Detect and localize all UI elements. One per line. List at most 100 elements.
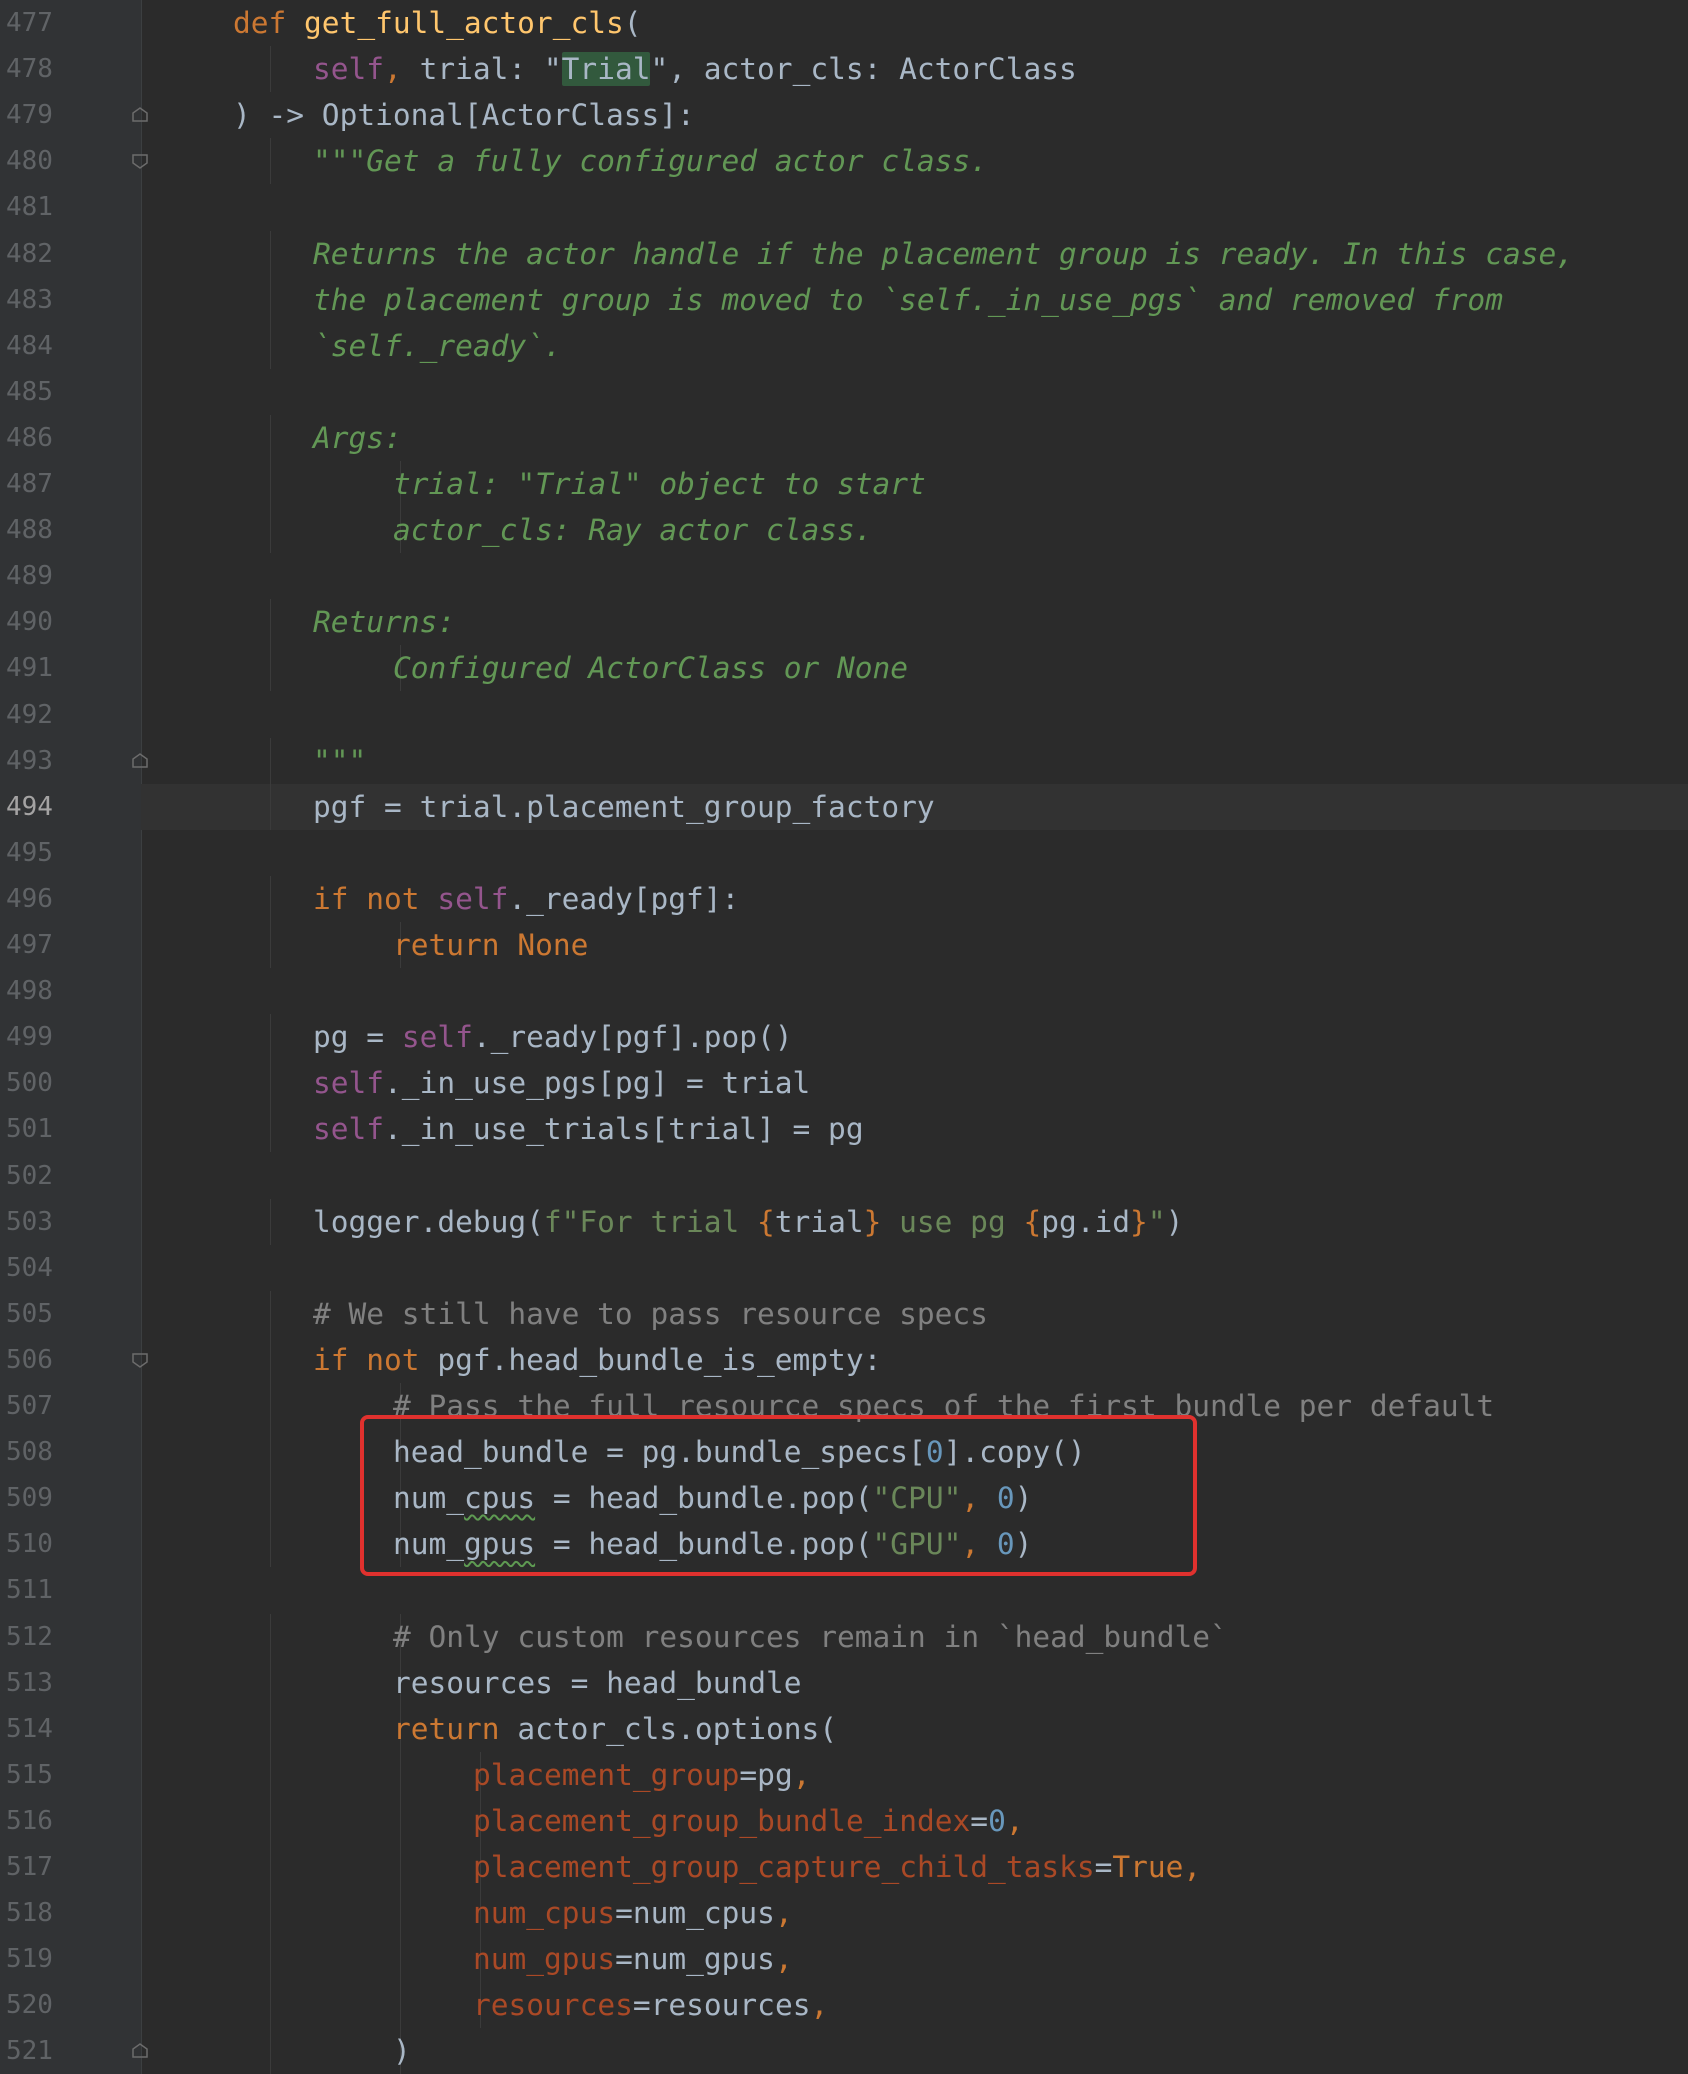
code-line[interactable]: 498 [0, 968, 1688, 1014]
indent-guide [400, 1982, 401, 2029]
indent-guide [400, 1936, 401, 1983]
code-line[interactable]: 508 head_bundle = pg.bundle_specs[0].copy… [0, 1429, 1688, 1476]
code-token: cpus [464, 1481, 536, 1516]
line-number: 514 [6, 1713, 53, 1744]
code-text: logger.debug(f"For trial {trial} use pg … [313, 1199, 1183, 1245]
code-token: self [313, 1112, 385, 1147]
code-token: ) -> Optional[ActorClass]: [233, 98, 695, 133]
indent-guide [270, 230, 271, 277]
code-token: 0 [988, 1803, 1006, 1838]
line-number: 507 [6, 1391, 53, 1421]
indent-guide [270, 1383, 271, 1429]
code-line[interactable]: 481 [0, 184, 1688, 230]
code-line[interactable]: 518 num_cpus=num_cpus, [0, 1890, 1688, 1937]
line-number: 477 [6, 8, 53, 38]
indent-guide [270, 1198, 271, 1245]
code-text: # Only custom resources remain in `head_… [393, 1614, 1228, 1660]
code-line[interactable]: 506 if not pgf.head_bundle_is_empty: [0, 1336, 1688, 1383]
code-line[interactable]: 492 [0, 692, 1688, 738]
code-line[interactable]: 513 resources = head_bundle [0, 1659, 1688, 1706]
code-token: `self._ready`. [313, 328, 562, 363]
code-line[interactable]: 519 num_gpus=num_gpus, [0, 1936, 1688, 1983]
code-line[interactable]: 479) -> Optional[ActorClass]: [0, 92, 1688, 138]
line-number: 491 [6, 653, 53, 684]
code-text: def get_full_actor_cls( [233, 0, 642, 46]
fold-marker-icon[interactable] [131, 152, 149, 170]
code-line[interactable]: 504 [0, 1245, 1688, 1291]
code-line[interactable]: 505 # We still have to pass resource spec… [0, 1290, 1688, 1337]
code-token: = head_bundle.pop( [535, 1527, 873, 1562]
code-token: = [1094, 1850, 1113, 1884]
code-line[interactable]: 489 [0, 553, 1688, 599]
code-line[interactable]: 521) [0, 2028, 1688, 2074]
code-line[interactable]: 477 def get_full_actor_cls( [0, 0, 1688, 46]
code-token: " [1147, 1204, 1166, 1239]
code-token: ._in_use_pgs[pg] = trial [384, 1066, 811, 1101]
code-line[interactable]: 495 [0, 830, 1688, 876]
code-line[interactable]: 520 resources=resources, [0, 1982, 1688, 2029]
code-line[interactable]: 512 # Only custom resources remain in `he… [0, 1613, 1688, 1660]
code-line[interactable]: 516 placement_group_bundle_index=0, [0, 1797, 1688, 1844]
code-line[interactable]: 490 Returns: [0, 599, 1688, 646]
code-line[interactable]: 480 """Get a fully configured actor class… [0, 138, 1688, 185]
code-text: """ [313, 738, 366, 784]
code-line[interactable]: 486 Args: [0, 414, 1688, 461]
indent-guide [270, 599, 271, 646]
code-line[interactable]: 494 pgf = trial.placement_group_factory [0, 783, 1688, 830]
fold-marker-icon[interactable] [131, 106, 149, 124]
code-line[interactable]: 493 """ [0, 737, 1688, 784]
code-line[interactable]: 478 self, trial: "Trial", actor_cls: Acto… [0, 46, 1688, 93]
code-line[interactable]: 499 pg = self._ready[pgf].pop() [0, 1014, 1688, 1061]
code-line[interactable]: 517 placement_group_capture_child_tasks=T… [0, 1844, 1688, 1890]
code-token: num_ [393, 1527, 465, 1562]
code-line[interactable]: 507 # Pass the full resource specs of the… [0, 1383, 1688, 1429]
code-line[interactable]: 491 Configured ActorClass or None [0, 645, 1688, 692]
line-number: 488 [6, 515, 53, 546]
code-token: pgf = trial.placement_group_factory [313, 789, 935, 824]
code-line[interactable]: 511 [0, 1567, 1688, 1613]
code-token: ) [1165, 1204, 1184, 1239]
code-text: resources=resources, [473, 1982, 828, 2028]
code-text: self._in_use_pgs[pg] = trial [313, 1060, 810, 1106]
line-number: 504 [6, 1252, 53, 1283]
code-line[interactable]: 496 if not self._ready[pgf]: [0, 875, 1688, 922]
code-line[interactable]: 510 num_gpus = head_bundle.pop("GPU", 0) [0, 1521, 1688, 1568]
code-line[interactable]: 509 num_cpus = head_bundle.pop("CPU", 0) [0, 1475, 1688, 1522]
code-text: num_gpus = head_bundle.pop("GPU", 0) [393, 1521, 1032, 1567]
indent-guide [270, 1751, 271, 1798]
code-line[interactable]: 514 return actor_cls.options( [0, 1705, 1688, 1752]
code-line[interactable]: 501 self._in_use_trials[trial] = pg [0, 1106, 1688, 1153]
line-number: 494 [6, 791, 53, 822]
code-line[interactable]: 483 the placement group is moved to `self… [0, 276, 1688, 323]
indent-guide [270, 414, 271, 461]
code-area[interactable]: 477 def get_full_actor_cls(478 self, trial… [0, 0, 1688, 2074]
code-line[interactable]: 515 placement_group=pg, [0, 1751, 1688, 1798]
code-token: num_gpus [473, 1942, 616, 1977]
indent-guide [270, 645, 271, 692]
code-line[interactable]: 502 [0, 1153, 1688, 1199]
code-line[interactable]: 485 [0, 369, 1688, 415]
code-line[interactable]: 500 self._in_use_pgs[pg] = trial [0, 1060, 1688, 1107]
code-text: if not pgf.head_bundle_is_empty: [313, 1337, 881, 1383]
code-token: , [774, 1942, 793, 1977]
code-line[interactable]: 488 actor_cls: Ray actor class. [0, 507, 1688, 554]
line-number: 496 [6, 883, 53, 914]
code-line[interactable]: 482 Returns the actor handle if the place… [0, 230, 1688, 277]
code-editor[interactable]: 477 def get_full_actor_cls(478 self, trial… [0, 0, 1688, 2074]
code-text: return actor_cls.options( [393, 1706, 837, 1752]
code-token: # Pass the full resource specs of the fi… [393, 1389, 1495, 1423]
code-line[interactable]: 484 `self._ready`. [0, 322, 1688, 369]
code-line[interactable]: 497 return None [0, 922, 1688, 968]
line-number: 489 [6, 561, 53, 592]
fold-marker-icon[interactable] [131, 1351, 149, 1369]
indent-guide [270, 1429, 271, 1476]
fold-marker-icon[interactable] [131, 2042, 149, 2060]
code-line[interactable]: 503 logger.debug(f"For trial {trial} use … [0, 1198, 1688, 1245]
code-token: Args: [313, 420, 402, 455]
code-token: , [961, 1481, 997, 1516]
line-number: 482 [6, 238, 53, 269]
code-token: actor_cls.options( [517, 1711, 838, 1746]
code-line[interactable]: 487 trial: "Trial" object to start [0, 461, 1688, 507]
code-token: """ [313, 743, 367, 778]
fold-marker-icon[interactable] [131, 752, 149, 770]
